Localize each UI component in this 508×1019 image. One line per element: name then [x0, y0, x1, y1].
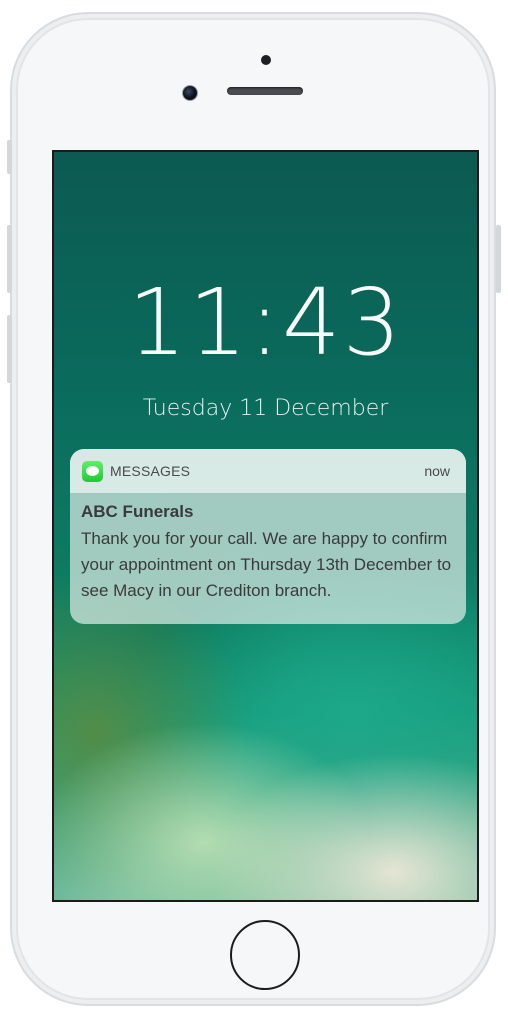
messages-app-icon — [82, 461, 103, 482]
proximity-sensor — [261, 55, 271, 65]
lock-screen-clock: 11:43 — [127, 269, 404, 376]
lock-screen-date: Tuesday 11 December — [142, 396, 389, 421]
mute-switch[interactable] — [7, 140, 12, 174]
notification-time: now — [424, 463, 450, 479]
message-notification[interactable]: MESSAGES now ABC Funerals Thank you for … — [70, 449, 466, 624]
notification-header: MESSAGES now — [70, 449, 466, 493]
phone-frame: 11:43 Tuesday 11 December MESSAGES now A… — [10, 12, 496, 1006]
volume-up-button[interactable] — [7, 225, 12, 293]
notification-sender: ABC Funerals — [81, 502, 194, 521]
power-button[interactable] — [496, 225, 501, 293]
lock-screen: 11:43 Tuesday 11 December MESSAGES now A… — [52, 150, 479, 902]
earpiece-speaker — [227, 87, 303, 95]
notification-body: Thank you for your call. We are happy to… — [81, 529, 452, 600]
notification-app-name: MESSAGES — [110, 463, 191, 479]
front-camera-icon — [182, 85, 198, 101]
volume-down-button[interactable] — [7, 315, 12, 383]
home-button[interactable] — [230, 920, 300, 990]
